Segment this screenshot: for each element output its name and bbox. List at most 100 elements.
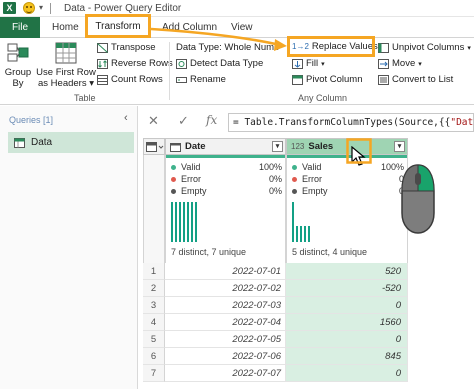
transpose-button[interactable]: Transpose bbox=[97, 42, 156, 53]
quick-access-dropdown-icon[interactable]: ▾ bbox=[39, 3, 43, 12]
formula-text-string: "Date" bbox=[450, 117, 474, 128]
empty-percent: 0% bbox=[268, 186, 282, 196]
use-first-row-button[interactable]: Use First Row as Headers ▾ bbox=[36, 42, 96, 89]
tab-view[interactable]: View bbox=[231, 17, 253, 38]
table-cell-sales[interactable]: 0 bbox=[286, 297, 408, 314]
whole-number-type-icon: 123 bbox=[291, 142, 305, 151]
histogram-bar bbox=[171, 202, 173, 242]
error-label: Error bbox=[302, 174, 322, 184]
error-dot-icon bbox=[171, 176, 176, 182]
unpivot-columns-icon bbox=[378, 42, 389, 53]
tab-file[interactable]: File bbox=[0, 17, 40, 38]
row-number[interactable]: 7 bbox=[143, 365, 165, 382]
smiley-feedback-icon[interactable] bbox=[23, 2, 35, 14]
column-header-date[interactable]: Date ▾ bbox=[165, 138, 286, 155]
reverse-rows-label: Reverse Rows bbox=[111, 58, 173, 69]
fill-dropdown-icon: ▾ bbox=[321, 60, 325, 68]
query-item-label: Data bbox=[31, 137, 53, 148]
pivot-column-label: Pivot Column bbox=[306, 74, 363, 85]
unpivot-columns-button[interactable]: Unpivot Columns ▾ bbox=[378, 42, 471, 53]
convert-to-list-button[interactable]: Convert to List bbox=[378, 74, 453, 85]
table-cell-date[interactable]: 2022-07-02 bbox=[165, 280, 286, 297]
valid-label: Valid bbox=[181, 162, 201, 172]
data-type-dropdown[interactable]: Data Type: Whole Numb bbox=[176, 42, 279, 53]
row-number[interactable]: 5 bbox=[143, 331, 165, 348]
fill-down-icon bbox=[292, 58, 303, 69]
table-cell-sales[interactable]: 0 bbox=[286, 331, 408, 348]
use-first-row-label-2: as Headers ▾ bbox=[38, 78, 94, 89]
group-by-button[interactable]: Group By bbox=[4, 42, 32, 89]
convert-to-list-label: Convert to List bbox=[392, 74, 454, 85]
detect-data-type-button[interactable]: Detect Data Type bbox=[176, 58, 263, 69]
table-cell-date[interactable]: 2022-07-01 bbox=[165, 263, 286, 280]
fx-icon[interactable]: fx bbox=[206, 113, 217, 127]
mouse-click-icon bbox=[401, 164, 435, 234]
tab-home[interactable]: Home bbox=[52, 17, 79, 38]
table-group-label: Table bbox=[74, 93, 96, 103]
pivot-column-button[interactable]: Pivot Column bbox=[292, 74, 363, 85]
histogram-bar bbox=[183, 202, 185, 242]
fill-label: Fill bbox=[306, 58, 319, 69]
column-filter-dropdown-icon[interactable]: ▾ bbox=[394, 141, 405, 152]
confirm-formula-icon[interactable]: ✓ bbox=[178, 113, 189, 129]
tab-transform[interactable]: Transform bbox=[85, 14, 151, 38]
count-rows-button[interactable]: Count Rows bbox=[97, 74, 163, 85]
valid-dot-icon bbox=[292, 164, 297, 170]
table-cell-sales[interactable]: 1560 bbox=[286, 314, 408, 331]
table-cell-sales[interactable]: 520 bbox=[286, 263, 408, 280]
reverse-rows-button[interactable]: Reverse Rows bbox=[97, 58, 173, 69]
table-menu-button[interactable] bbox=[143, 138, 165, 155]
histogram-bar bbox=[296, 226, 298, 242]
table-menu-icon bbox=[146, 141, 164, 152]
cancel-formula-icon[interactable]: ✕ bbox=[148, 113, 159, 129]
cursor-highlight-ring bbox=[346, 138, 372, 164]
row-number[interactable]: 2 bbox=[143, 280, 165, 297]
count-rows-icon bbox=[97, 74, 108, 85]
rename-icon bbox=[176, 76, 187, 83]
column-header-date-label: Date bbox=[185, 141, 206, 152]
table-cell-date[interactable]: 2022-07-07 bbox=[165, 365, 286, 382]
valid-dot-icon bbox=[171, 164, 176, 170]
table-cell-date[interactable]: 2022-07-06 bbox=[165, 348, 286, 365]
fill-button[interactable]: Fill ▾ bbox=[292, 58, 325, 69]
replace-values-highlight bbox=[287, 36, 375, 57]
rename-button[interactable]: Rename bbox=[176, 74, 226, 85]
error-dot-icon bbox=[292, 176, 297, 182]
row-number[interactable]: 6 bbox=[143, 348, 165, 365]
valid-stat: Valid 100% bbox=[171, 162, 282, 172]
formula-input[interactable]: = Table.TransformColumnTypes(Source,{{"D… bbox=[228, 113, 474, 132]
calendar-icon bbox=[170, 142, 181, 152]
group-by-icon bbox=[7, 43, 29, 62]
title-bar: X ▾ Data - Power Query Editor bbox=[0, 0, 474, 17]
table-cell-sales[interactable]: 0 bbox=[286, 365, 408, 382]
move-dropdown-icon: ▾ bbox=[418, 60, 422, 68]
tab-add-column[interactable]: Add Column bbox=[162, 17, 217, 38]
count-rows-label: Count Rows bbox=[111, 74, 163, 85]
row-number[interactable]: 3 bbox=[143, 297, 165, 314]
rename-label: Rename bbox=[190, 74, 226, 85]
title-separator bbox=[50, 3, 51, 14]
any-column-group-label: Any Column bbox=[298, 93, 348, 103]
column-filter-dropdown-icon[interactable]: ▾ bbox=[272, 141, 283, 152]
row-number[interactable]: 1 bbox=[143, 263, 165, 280]
table-cell-sales[interactable]: -520 bbox=[286, 280, 408, 297]
move-button[interactable]: Move ▾ bbox=[378, 58, 422, 69]
queries-pane: Queries [1] ‹ Data bbox=[0, 106, 138, 389]
histogram-bar bbox=[308, 226, 310, 242]
quality-bar bbox=[166, 155, 285, 158]
table-cell-sales[interactable]: 845 bbox=[286, 348, 408, 365]
table-header-icon bbox=[55, 42, 77, 64]
collapse-pane-icon[interactable]: ‹ bbox=[124, 112, 128, 124]
convert-to-list-icon bbox=[378, 74, 389, 85]
table-cell-date[interactable]: 2022-07-03 bbox=[165, 297, 286, 314]
query-item-data[interactable]: Data bbox=[8, 132, 134, 153]
group-by-label-2: By bbox=[12, 78, 24, 89]
detect-data-type-label: Detect Data Type bbox=[190, 58, 264, 69]
window-title: Data - Power Query Editor bbox=[64, 3, 182, 14]
histogram-bar bbox=[191, 202, 193, 242]
move-label: Move bbox=[392, 58, 416, 69]
table-cell-date[interactable]: 2022-07-05 bbox=[165, 331, 286, 348]
pivot-column-icon bbox=[292, 74, 303, 85]
table-cell-date[interactable]: 2022-07-04 bbox=[165, 314, 286, 331]
row-number[interactable]: 4 bbox=[143, 314, 165, 331]
